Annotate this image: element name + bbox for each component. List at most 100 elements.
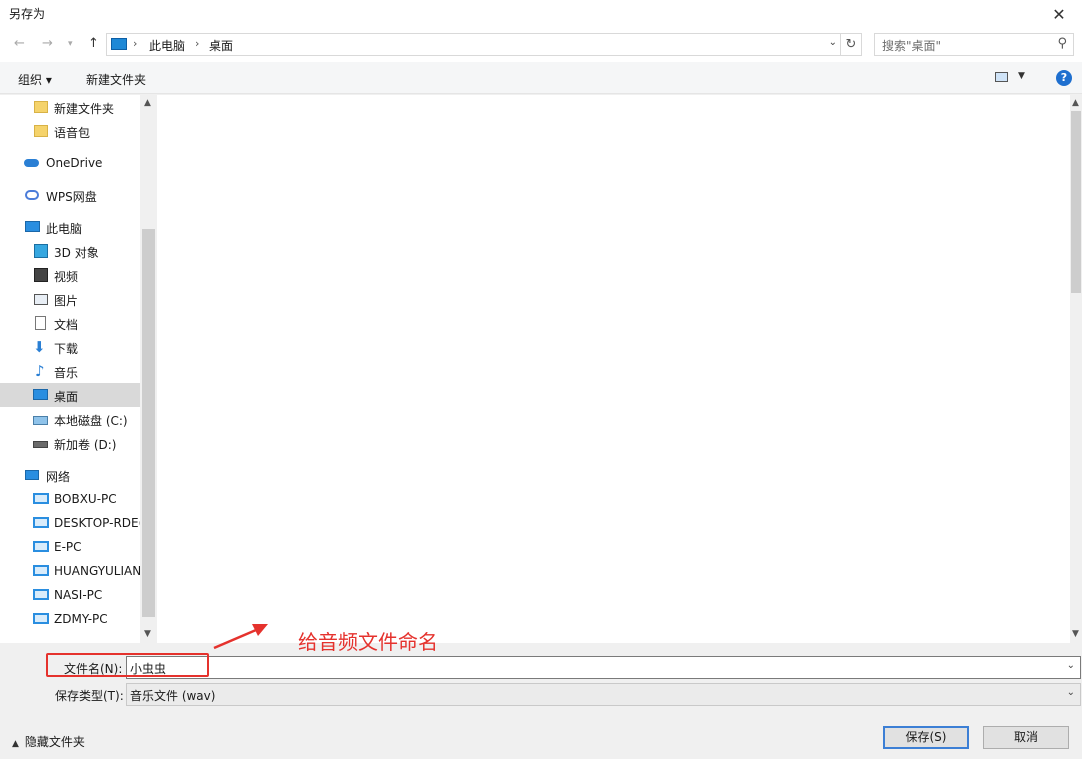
recent-locations-chevron-icon[interactable]: ▾ <box>68 39 73 49</box>
sidebar-item-desktop[interactable]: 桌面 <box>0 383 140 407</box>
breadcrumb-separator-icon[interactable]: › <box>195 37 199 50</box>
sidebar-item-zdmy-pc[interactable]: ZDMY-PC <box>0 607 140 631</box>
folder-icon <box>34 125 48 137</box>
sidebar-item-wps-cloud[interactable]: WPS网盘 <box>0 183 140 207</box>
breadcrumb-this-pc[interactable]: 此电脑 <box>149 37 185 54</box>
search-placeholder: 搜索"桌面" <box>882 39 942 53</box>
sidebar-item-label: 本地磁盘 (C:) <box>54 414 128 428</box>
sidebar-item-label: 网络 <box>46 470 71 484</box>
navigation-pane: 新建文件夹 语音包 OneDrive WPS网盘 此电脑 3D 对象 视频 图片… <box>0 95 140 643</box>
scroll-up-arrow-icon[interactable]: ▲ <box>1072 98 1079 108</box>
sidebar-item-label: ZDMY-PC <box>54 612 108 626</box>
close-icon[interactable]: ✕ <box>1036 0 1082 28</box>
sidebar-item-label: WPS网盘 <box>46 190 97 204</box>
sidebar-item-videos[interactable]: 视频 <box>0 263 140 287</box>
annotation-text: 给音频文件命名 <box>298 630 438 654</box>
sidebar-item-huangyulian[interactable]: HUANGYULIAN <box>0 559 140 583</box>
network-icon <box>25 470 39 480</box>
chevron-down-icon[interactable]: ⌄ <box>1067 687 1075 698</box>
chevron-down-icon[interactable]: ⌄ <box>829 37 837 48</box>
sidebar-item-label: E-PC <box>54 540 82 554</box>
cancel-button[interactable]: 取消 <box>983 726 1069 749</box>
address-bar[interactable]: › 此电脑 › 桌面 ⌄ <box>106 33 842 56</box>
sidebar-item-downloads[interactable]: ⬇ 下载 <box>0 335 140 359</box>
filename-field[interactable]: 小虫虫 ⌄ <box>126 656 1081 679</box>
drive-icon <box>33 441 48 448</box>
sidebar-item-network[interactable]: 网络 <box>0 463 140 487</box>
filetype-value: 音乐文件 (wav) <box>130 689 216 703</box>
up-arrow-icon[interactable]: ↑ <box>88 36 99 51</box>
sidebar-item-desktop-rde[interactable]: DESKTOP-RDE( <box>0 511 140 535</box>
chevron-up-icon: ▲ <box>12 739 19 749</box>
network-computer-icon <box>33 565 49 576</box>
network-computer-icon <box>33 589 49 600</box>
sidebar-item-documents[interactable]: 文档 <box>0 311 140 335</box>
organize-menu-button[interactable]: 组织 ▾ <box>18 71 52 88</box>
sidebar-item-label: 音乐 <box>54 366 79 380</box>
sidebar-item-pictures[interactable]: 图片 <box>0 287 140 311</box>
scroll-down-arrow-icon[interactable]: ▼ <box>144 629 151 639</box>
scrollbar-thumb[interactable] <box>1071 111 1081 293</box>
sidebar-item-drive-c[interactable]: 本地磁盘 (C:) <box>0 407 140 431</box>
sidebar-item-label: 图片 <box>54 294 79 308</box>
hide-folders-label: 隐藏文件夹 <box>24 735 85 749</box>
this-pc-icon <box>111 38 127 50</box>
sidebar-item-3d-objects[interactable]: 3D 对象 <box>0 239 140 263</box>
folder-icon <box>34 101 48 113</box>
title-bar: 另存为 ✕ <box>0 0 1082 28</box>
download-arrow-icon: ⬇ <box>33 338 46 356</box>
save-button[interactable]: 保存(S) <box>883 726 969 749</box>
search-icon[interactable]: ⚲ <box>1057 36 1067 51</box>
sidebar-item-label: 下载 <box>54 342 79 356</box>
hide-folders-toggle[interactable]: ▲ 隐藏文件夹 <box>12 733 85 750</box>
sidebar-item-this-pc[interactable]: 此电脑 <box>0 215 140 239</box>
sidebar-item-drive-d[interactable]: 新加卷 (D:) <box>0 431 140 455</box>
new-folder-button[interactable]: 新建文件夹 <box>86 71 146 88</box>
chevron-down-icon[interactable]: ⌄ <box>1067 660 1075 671</box>
refresh-icon[interactable]: ↻ <box>840 33 862 56</box>
command-bar: 组织 ▾ 新建文件夹 ▼ ? <box>0 62 1082 94</box>
sidebar-item-label: 语音包 <box>54 126 91 140</box>
sidebar-item-new-folder[interactable]: 新建文件夹 <box>0 95 140 119</box>
view-options-icon[interactable] <box>995 72 1008 82</box>
help-icon[interactable]: ? <box>1056 70 1072 86</box>
filetype-select[interactable]: 音乐文件 (wav) ⌄ <box>126 683 1081 706</box>
file-list-area[interactable] <box>157 95 1070 643</box>
file-list-scrollbar[interactable]: ▲ ▼ <box>1070 95 1082 643</box>
3d-objects-icon <box>34 244 48 258</box>
address-row: ← → ▾ ↑ › 此电脑 › 桌面 ⌄ ↻ 搜索"桌面" ⚲ <box>0 28 1082 62</box>
breadcrumb-separator-icon[interactable]: › <box>133 37 137 50</box>
sidebar-item-nasi-pc[interactable]: NASI-PC <box>0 583 140 607</box>
back-arrow-icon[interactable]: ← <box>14 36 25 51</box>
sidebar-item-e-pc[interactable]: E-PC <box>0 535 140 559</box>
window-title: 另存为 <box>9 7 46 21</box>
sidebar-item-music[interactable]: ♪ 音乐 <box>0 359 140 383</box>
documents-icon <box>35 316 46 330</box>
forward-arrow-icon[interactable]: → <box>42 36 53 51</box>
network-computer-icon <box>33 517 49 528</box>
chevron-down-icon[interactable]: ▼ <box>1018 71 1025 81</box>
onedrive-cloud-icon <box>24 159 39 167</box>
scroll-up-arrow-icon[interactable]: ▲ <box>144 98 151 108</box>
scroll-down-arrow-icon[interactable]: ▼ <box>1072 629 1079 639</box>
network-computer-icon <box>33 613 49 624</box>
annotation-highlight-box <box>46 653 209 677</box>
filetype-label: 保存类型(T): <box>55 689 124 703</box>
sidebar-item-label: BOBXU-PC <box>54 492 117 506</box>
sidebar-item-voice-pack[interactable]: 语音包 <box>0 119 140 143</box>
sidebar-item-label: 文档 <box>54 318 79 332</box>
annotation-arrow-icon <box>213 624 268 650</box>
wps-cloud-icon <box>25 190 39 200</box>
sidebar-item-label: NASI-PC <box>54 588 103 602</box>
sidebar-item-label: 新建文件夹 <box>54 102 115 116</box>
sidebar-item-bobxu-pc[interactable]: BOBXU-PC <box>0 487 140 511</box>
video-icon <box>34 268 48 282</box>
sidebar-item-onedrive[interactable]: OneDrive <box>0 151 140 175</box>
breadcrumb-desktop[interactable]: 桌面 <box>209 37 233 54</box>
sidebar-item-label: 桌面 <box>54 390 79 404</box>
sidebar-item-label: OneDrive <box>46 156 103 170</box>
this-pc-icon <box>25 221 40 232</box>
scrollbar-thumb[interactable] <box>142 229 155 617</box>
navigation-scrollbar[interactable]: ▲ ▼ <box>140 95 157 643</box>
search-input[interactable]: 搜索"桌面" ⚲ <box>874 33 1074 56</box>
